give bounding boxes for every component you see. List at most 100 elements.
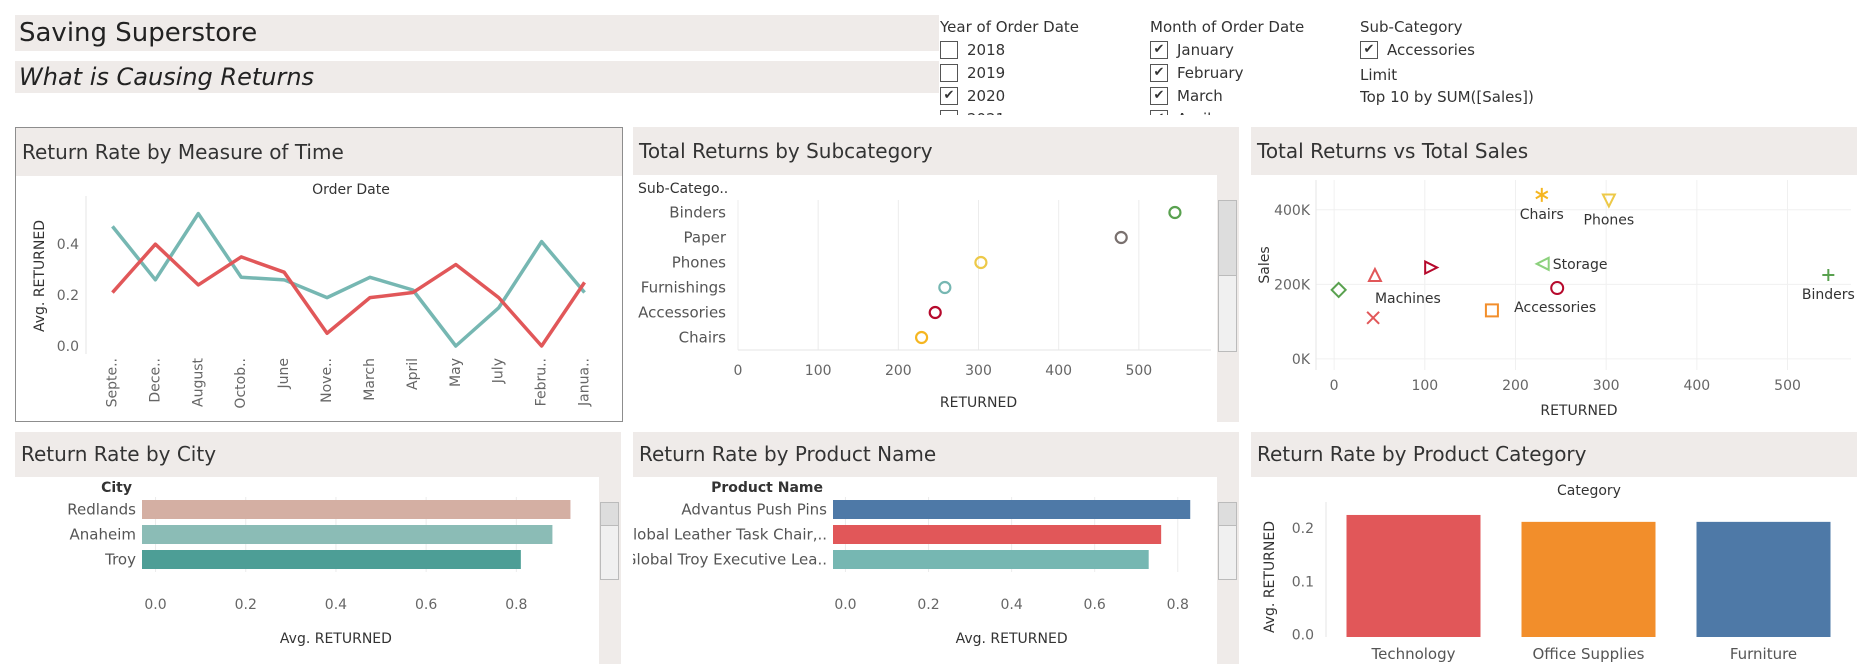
bar[interactable] <box>142 500 571 519</box>
bar-chart[interactable]: City 0.0 0.2 0.4 0.6 0.8 Avg. RETURNED Redlands… <box>15 477 599 664</box>
data-point[interactable] <box>452 342 460 350</box>
data-point[interactable] <box>974 255 988 270</box>
year-option-label: 2018 <box>967 41 1006 59</box>
month-option[interactable]: ✔ February <box>1150 62 1340 85</box>
bar[interactable] <box>833 525 1162 544</box>
scrollbar-thumb[interactable] <box>601 503 618 526</box>
data-point[interactable] <box>452 261 460 269</box>
y-tick-label: 0.0 <box>1292 627 1314 643</box>
marker-triangle-down[interactable] <box>1601 193 1617 209</box>
y-tick-label: 200K <box>1274 277 1311 293</box>
row-label: Global Leather Task Chair,.. <box>633 526 827 544</box>
series-line-2[interactable] <box>111 242 586 348</box>
data-point[interactable] <box>108 222 116 230</box>
data-point[interactable] <box>938 280 952 295</box>
data-point[interactable] <box>194 281 202 289</box>
month-filter-title: Month of Order Date <box>1150 18 1305 36</box>
data-point[interactable] <box>538 342 546 350</box>
year-option[interactable]: ✔ 2020 <box>940 85 1130 108</box>
data-point[interactable] <box>151 240 159 248</box>
marker-asterisk[interactable] <box>1535 187 1549 202</box>
data-point[interactable] <box>237 273 245 281</box>
bar[interactable] <box>1346 514 1481 637</box>
month-option[interactable]: ✔ April <box>1150 108 1340 115</box>
data-point[interactable] <box>928 305 942 320</box>
data-point[interactable] <box>108 289 116 297</box>
line-chart[interactable]: Order Date Avg. RETURNED 0.0 0.2 0.4 Septe.. D… <box>16 176 622 421</box>
marker-triangle-up[interactable] <box>1367 266 1383 282</box>
marker-square[interactable] <box>1484 303 1499 318</box>
panel-return-rate-product[interactable]: Return Rate by Product Name Product Name… <box>633 432 1239 664</box>
scrollbar[interactable] <box>1218 502 1237 580</box>
series-line-1[interactable] <box>111 211 586 348</box>
data-point[interactable] <box>581 289 589 297</box>
marker-triangle-left[interactable] <box>1534 256 1550 272</box>
checkbox[interactable]: ✔ <box>1150 87 1168 105</box>
panel-return-rate-time[interactable]: Return Rate by Measure of Time Order Dat… <box>15 127 623 422</box>
year-option[interactable]: 2021 <box>940 108 1130 115</box>
year-option-label: 2020 <box>967 87 1006 105</box>
data-point[interactable] <box>914 330 929 345</box>
scatter-chart[interactable]: 0 100 200 300 400 500 0K 200K 400K Sales RETURNED C… <box>1251 175 1857 422</box>
x-tick-label: 200 <box>1502 378 1529 394</box>
year-filter[interactable]: Year of Order Date 2018 2019 ✔ 2020 2021 <box>940 18 1130 115</box>
scrollbar[interactable] <box>600 502 619 580</box>
row-label: Phones <box>672 254 726 272</box>
column-chart[interactable]: Category Avg. RETURNED 0.0 0.1 0.2 Technology… <box>1251 477 1857 664</box>
month-option[interactable]: ✔ March <box>1150 85 1340 108</box>
y-tick-label: 0.4 <box>57 237 79 253</box>
subcategory-filter[interactable]: Sub-Category ✔ Accessories Limit Top 10 … <box>1360 18 1660 115</box>
bar[interactable] <box>1521 521 1656 637</box>
subcategory-checkbox-row[interactable]: ✔ Accessories <box>1360 39 1660 62</box>
checkbox[interactable]: ✔ <box>1150 110 1168 115</box>
checkbox[interactable]: ✔ <box>1150 64 1168 82</box>
data-point[interactable] <box>366 273 374 281</box>
month-option[interactable]: ✔ January <box>1150 39 1340 62</box>
data-point[interactable] <box>1168 205 1182 220</box>
data-point[interactable] <box>495 304 503 312</box>
data-point[interactable] <box>495 294 503 302</box>
checkbox[interactable] <box>940 110 958 115</box>
bar-chart[interactable]: Product Name 0.0 0.2 0.4 0.6 0.8 Avg. RETURNED… <box>633 477 1217 664</box>
scrollbar-thumb[interactable] <box>1219 201 1236 276</box>
scrollbar-thumb[interactable] <box>1219 503 1236 526</box>
data-point[interactable] <box>151 276 159 284</box>
marker-triangle-right[interactable] <box>1424 259 1440 276</box>
data-point[interactable] <box>323 329 331 337</box>
checkbox[interactable]: ✔ <box>1360 41 1378 59</box>
panel-returns-vs-sales[interactable]: Total Returns vs Total Sales 0 100 200 300 4… <box>1251 127 1857 422</box>
data-point[interactable] <box>409 289 417 297</box>
year-option[interactable]: 2018 <box>940 39 1130 62</box>
bar[interactable] <box>142 525 553 544</box>
marker-plus[interactable] <box>1822 269 1835 281</box>
month-filter[interactable]: Month of Order Date ✔ January ✔ February ✔ Ma… <box>1150 18 1340 115</box>
bar[interactable] <box>833 550 1149 569</box>
point-label: Machines <box>1375 291 1441 307</box>
panel-returns-subcategory[interactable]: Total Returns by Subcategory Sub-Catego.… <box>633 127 1239 422</box>
year-option[interactable]: 2019 <box>940 62 1130 85</box>
marker-cross[interactable] <box>1366 311 1380 325</box>
panel-title: Total Returns vs Total Sales <box>1251 127 1857 175</box>
checkbox[interactable] <box>940 41 958 59</box>
panel-return-rate-category[interactable]: Return Rate by Product Category Category… <box>1251 432 1857 664</box>
y-axis-label: Avg. RETURNED <box>32 220 48 332</box>
x-tick-label: 100 <box>1411 378 1438 394</box>
data-point[interactable] <box>280 268 288 276</box>
bar[interactable] <box>833 500 1191 519</box>
scrollbar[interactable] <box>1218 200 1237 352</box>
data-point[interactable] <box>538 238 546 246</box>
data-point[interactable] <box>1114 230 1128 245</box>
data-point[interactable] <box>237 253 245 261</box>
panel-return-rate-city[interactable]: Return Rate by City City 0.0 0.2 0.4 0.6 0.8 A… <box>15 432 621 664</box>
checkbox[interactable]: ✔ <box>1150 41 1168 59</box>
dot-chart[interactable]: Sub-Catego.. 0 100 200 300 400 500 RETURNED Bind… <box>633 175 1217 422</box>
bar[interactable] <box>142 550 521 569</box>
checkbox[interactable] <box>940 64 958 82</box>
data-point[interactable] <box>366 294 374 302</box>
data-point[interactable] <box>194 210 202 218</box>
bar[interactable] <box>1696 521 1831 637</box>
checkbox[interactable]: ✔ <box>940 87 958 105</box>
data-point[interactable] <box>581 278 589 286</box>
data-point[interactable] <box>323 294 331 302</box>
x-axis-label: Avg. RETURNED <box>280 631 392 647</box>
